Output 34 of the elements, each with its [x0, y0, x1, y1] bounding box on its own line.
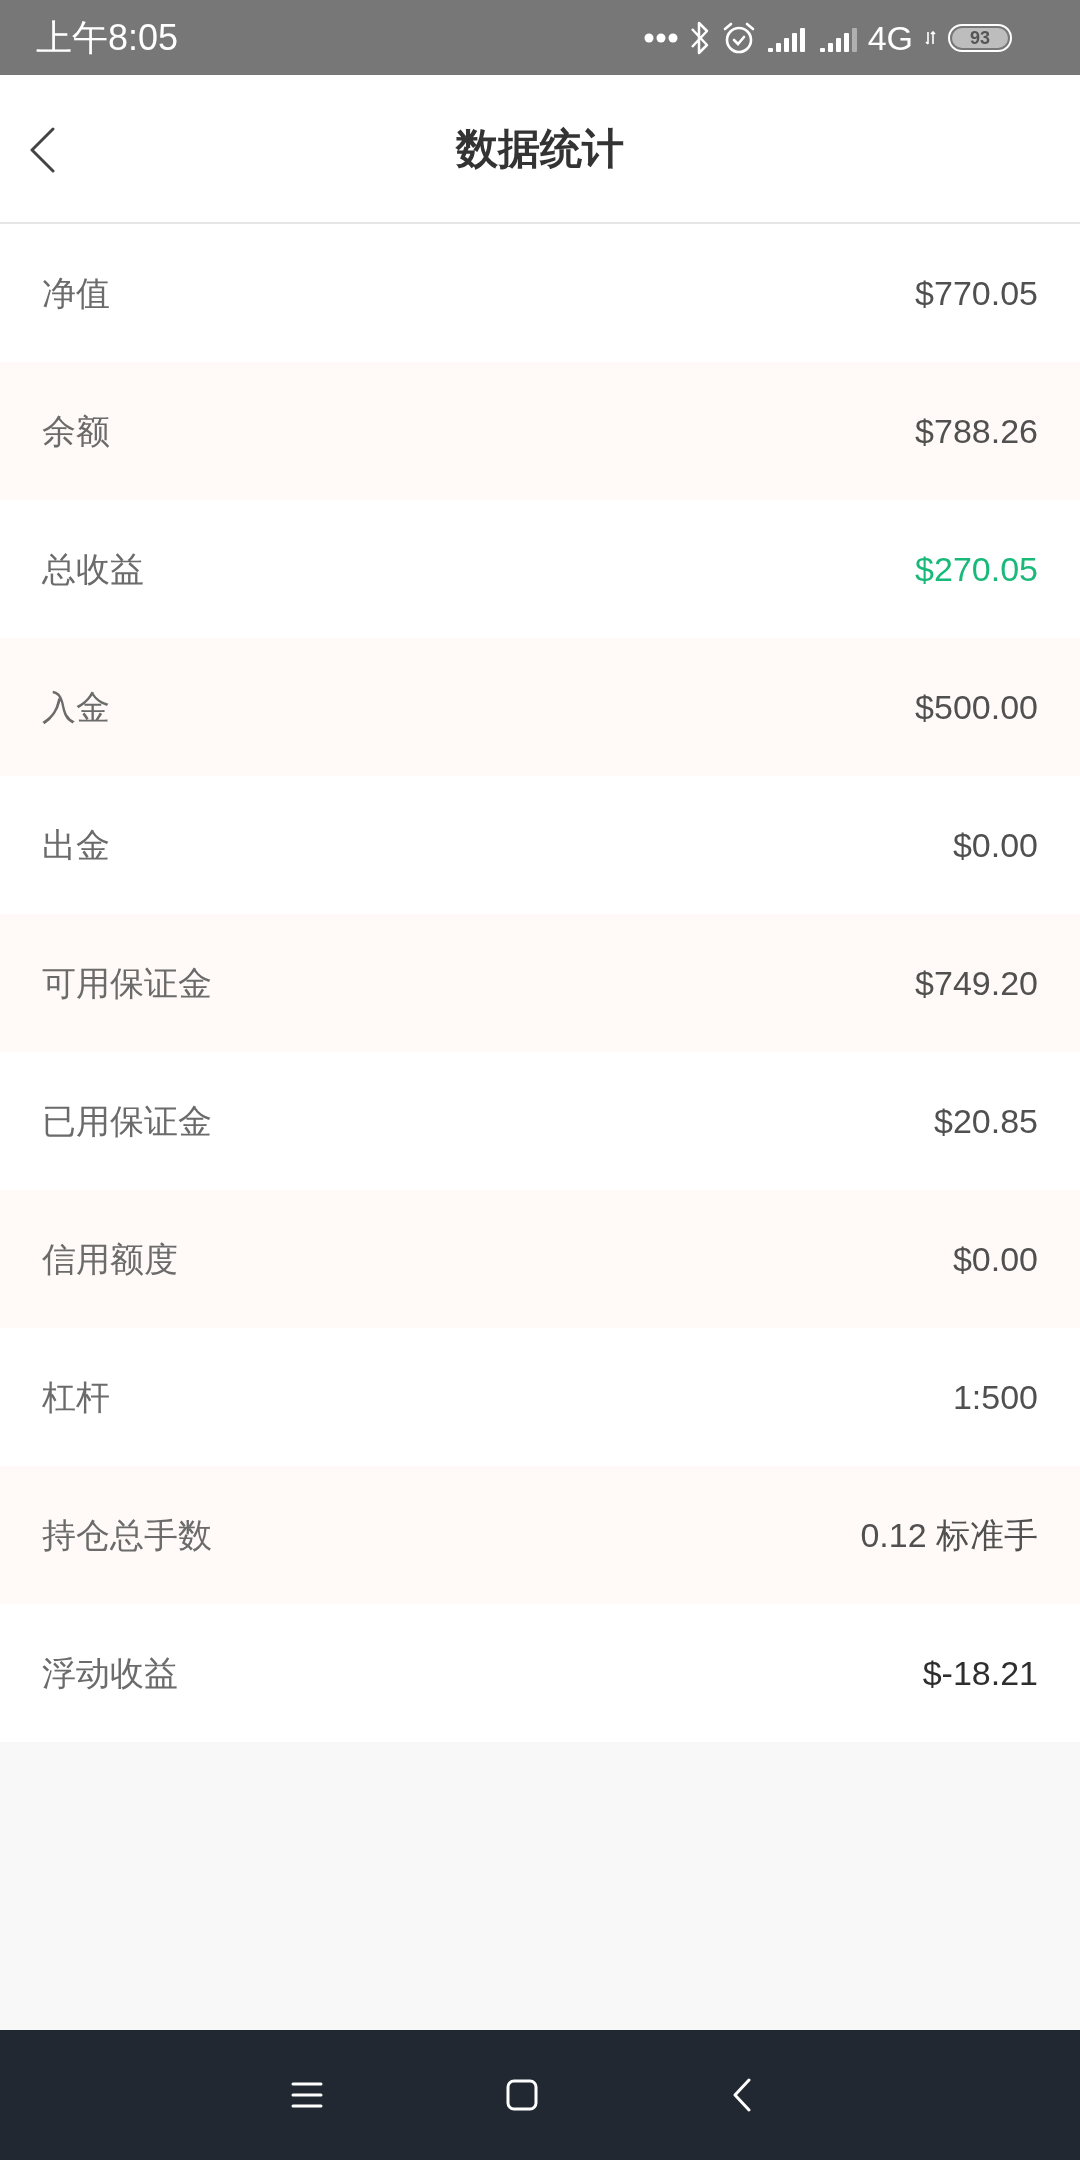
stat-value: $-18.21	[922, 1656, 1038, 1690]
back-chevron-icon	[29, 127, 55, 173]
more-dots-icon	[643, 32, 678, 43]
stat-value: $788.26	[915, 414, 1038, 448]
stat-value: $0.00	[952, 1242, 1038, 1276]
stat-value: $500.00	[915, 690, 1038, 724]
stat-value: $770.05	[915, 276, 1038, 310]
stat-label: 持仓总手数	[42, 1518, 212, 1552]
data-arrows-icon	[925, 30, 936, 45]
battery-level: 93	[970, 28, 990, 47]
alarm-clock-icon	[721, 20, 756, 55]
back-chevron-icon	[732, 2078, 752, 2112]
stat-label: 浮动收益	[42, 1656, 178, 1690]
stat-label: 已用保证金	[42, 1104, 212, 1138]
stat-label: 总收益	[42, 552, 144, 586]
status-time: 上午8:05	[36, 19, 179, 56]
stat-value: 0.12 标准手	[860, 1518, 1038, 1552]
bluetooth-icon	[689, 19, 710, 56]
menu-icon	[291, 2081, 323, 2109]
stat-label: 杠杆	[42, 1380, 110, 1414]
stat-value: $270.05	[915, 552, 1038, 586]
page-title: 数据统计	[456, 127, 624, 170]
stat-label: 入金	[42, 690, 110, 724]
stat-label: 信用额度	[42, 1242, 178, 1276]
stat-value: $0.00	[952, 828, 1038, 862]
home-square-icon	[506, 2079, 538, 2111]
stat-label: 可用保证金	[42, 966, 212, 1000]
stat-label: 余额	[42, 414, 110, 448]
stat-value: 1:500	[952, 1380, 1038, 1414]
stat-label: 出金	[42, 828, 110, 862]
stat-value: $20.85	[934, 1104, 1038, 1138]
network-type: 4G	[867, 20, 913, 55]
stat-value: $749.20	[915, 966, 1038, 1000]
stat-label: 净值	[42, 276, 110, 310]
